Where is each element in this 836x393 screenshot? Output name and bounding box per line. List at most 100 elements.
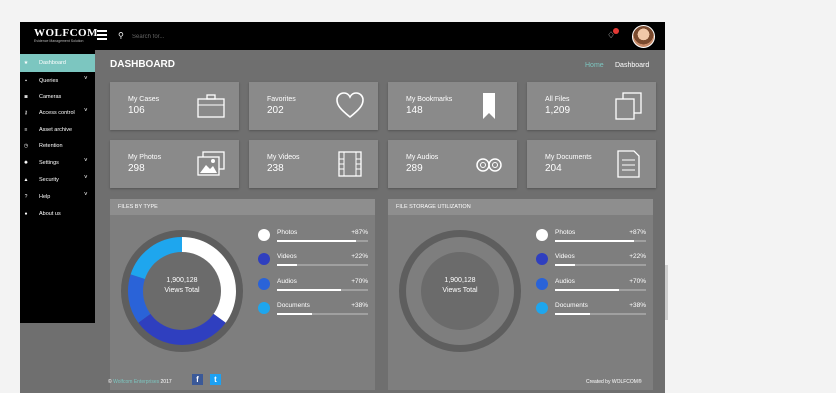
chevron-down-icon[interactable]: ˅ xyxy=(84,192,88,198)
copyright-symbol: © xyxy=(108,379,112,385)
heart-icon xyxy=(336,92,364,119)
sidebar-item-label: About us xyxy=(39,211,61,217)
sidebar-item-about-us[interactable]: ● About us xyxy=(20,205,95,223)
legend-progress-fill xyxy=(555,313,590,315)
card-favorites[interactable]: Favorites 202 xyxy=(249,82,378,130)
file-storage-legend-documents: Documents +38% xyxy=(536,300,646,318)
legend-progress-track xyxy=(277,289,368,291)
sidebar-item-retention[interactable]: ◷ Retention xyxy=(20,137,95,155)
card-my-videos[interactable]: My Videos 238 xyxy=(249,140,378,188)
file-storage-panel: FILE STORAGE UTILIZATION 1,900,128 Views… xyxy=(388,199,653,390)
avatar[interactable] xyxy=(632,25,655,48)
legend-swatch xyxy=(258,253,270,265)
legend-name: Photos xyxy=(277,229,298,236)
card-value: 204 xyxy=(545,163,562,174)
chevron-down-icon[interactable]: ˅ xyxy=(84,76,88,82)
list-icon: ≡ xyxy=(24,127,28,133)
card-value: 148 xyxy=(406,105,423,116)
key-icon: ⚷ xyxy=(24,110,28,116)
legend-progress-fill xyxy=(277,313,312,315)
legend-name: Documents xyxy=(277,302,310,309)
legend-swatch xyxy=(536,253,548,265)
card-all-files[interactable]: All Files 1,209 xyxy=(527,82,656,130)
card-title: Favorites xyxy=(267,96,296,103)
legend-name: Videos xyxy=(555,253,575,260)
legend-percent: +38% xyxy=(351,302,368,309)
info-icon: ● xyxy=(24,211,28,217)
card-my-bookmarks[interactable]: My Bookmarks 148 xyxy=(388,82,517,130)
legend-progress-fill xyxy=(277,240,357,242)
card-title: My Cases xyxy=(128,96,160,103)
legend-swatch xyxy=(258,302,270,314)
legend-percent: +87% xyxy=(351,229,368,236)
legend-percent: +38% xyxy=(629,302,646,309)
file-storage-legend-videos: Videos +22% xyxy=(536,251,646,269)
file-storage-legend-photos: Photos +87% xyxy=(536,227,646,245)
question-icon: ? xyxy=(24,194,28,200)
card-value: 1,209 xyxy=(545,105,571,116)
legend-progress-track xyxy=(277,240,368,242)
card-my-documents[interactable]: My Documents 204 xyxy=(527,140,656,188)
footer-year: 2017 xyxy=(160,379,172,385)
legend-progress-track xyxy=(555,289,646,291)
files-by-type-panel: FILES BY TYPE 1,900,128 Views Total Phot… xyxy=(110,199,375,390)
sidebar-item-label: Access control xyxy=(39,110,75,116)
search-input[interactable] xyxy=(130,29,244,45)
legend-percent: +70% xyxy=(629,278,646,285)
menu-toggle-icon[interactable] xyxy=(97,30,107,40)
legend-progress-track xyxy=(555,240,646,242)
lock-icon: ▲ xyxy=(23,177,29,183)
clock-icon: ◷ xyxy=(23,143,29,149)
legend-swatch xyxy=(258,278,270,290)
legend-name: Photos xyxy=(555,229,576,236)
sidebar-item-label: Asset archive xyxy=(39,127,73,133)
sidebar-item-access-control[interactable]: ⚷ Access control ˅ xyxy=(20,104,95,122)
card-my-cases[interactable]: My Cases 106 xyxy=(110,82,239,130)
card-title: My Videos xyxy=(267,154,300,161)
card-value: 238 xyxy=(267,163,284,174)
sidebar-item-label: Dashboard xyxy=(39,60,66,66)
camera-icon: ◙ xyxy=(24,94,28,100)
chevron-down-icon[interactable]: ˅ xyxy=(84,175,88,181)
legend-progress-fill xyxy=(277,264,298,266)
footer-brand-link[interactable]: Wolfcom Enterprises xyxy=(113,379,159,385)
chevron-down-icon[interactable]: ˅ xyxy=(84,158,88,164)
sidebar-item-security[interactable]: ▲ Security ˅ xyxy=(20,171,95,189)
scrollbar[interactable] xyxy=(665,265,668,320)
sidebar-item-label: Retention xyxy=(39,143,63,149)
search-icon[interactable]: ⚲ xyxy=(118,31,124,40)
facebook-icon[interactable]: f xyxy=(192,374,203,385)
sidebar-item-label: Security xyxy=(39,177,59,183)
legend-name: Audios xyxy=(555,278,575,285)
twitter-icon[interactable]: t xyxy=(210,374,221,385)
star-icon: ★ xyxy=(23,60,29,66)
document-icon xyxy=(617,150,640,178)
notification-badge xyxy=(613,28,619,34)
legend-percent: +70% xyxy=(351,278,368,285)
breadcrumb-current: Dashboard xyxy=(615,62,650,69)
panel-title: FILES BY TYPE xyxy=(118,204,158,210)
legend-swatch xyxy=(536,302,548,314)
sidebar-item-dashboard[interactable]: ★ Dashboard xyxy=(20,54,95,72)
chevron-down-icon[interactable]: ˅ xyxy=(84,108,88,114)
panel-header: FILES BY TYPE xyxy=(110,199,375,215)
ring-center-label: Views Total xyxy=(442,287,478,294)
breadcrumb-home[interactable]: Home xyxy=(585,62,604,69)
legend-swatch xyxy=(536,278,548,290)
legend-progress-fill xyxy=(277,289,341,291)
logo[interactable]: WOLFCOM. xyxy=(34,27,101,39)
legend-percent: +87% xyxy=(629,229,646,236)
legend-percent: +22% xyxy=(351,253,368,260)
legend-swatch xyxy=(258,229,270,241)
card-my-audios[interactable]: My Audios 289 xyxy=(388,140,517,188)
donut-center-label: Views Total xyxy=(164,287,200,294)
gear-icon: ✹ xyxy=(23,160,29,166)
legend-progress-track xyxy=(555,264,646,266)
card-my-photos[interactable]: My Photos 298 xyxy=(110,140,239,188)
legend-swatch xyxy=(536,229,548,241)
sidebar: ★ Dashboard ▪ Queries ˅ ◙ Cameras ⚷ Access contr… xyxy=(20,50,95,323)
legend-name: Audios xyxy=(277,278,297,285)
sidebar-item-help[interactable]: ? Help ˅ xyxy=(20,188,95,206)
sidebar-item-settings[interactable]: ✹ Settings ˅ xyxy=(20,154,95,172)
card-title: My Bookmarks xyxy=(406,96,453,103)
